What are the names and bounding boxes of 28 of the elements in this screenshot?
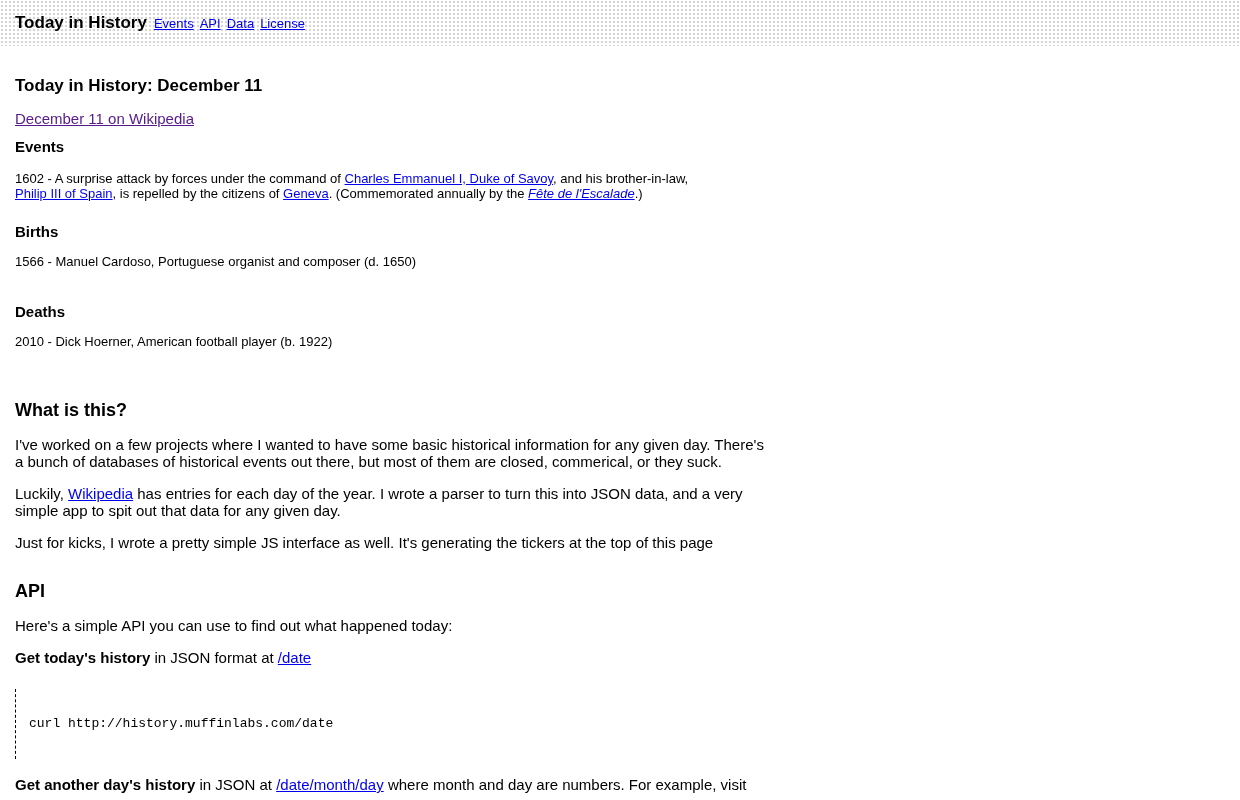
paragraph: Luckily, Wikipedia has entries for each day of the year. I wrote a parser to turn this into JSON data, and a very simple app to spit out that data for any given day. [15,485,744,519]
nav-link[interactable]: Events [153,13,194,34]
paragraph: Get today's history in JSON format at /date [15,649,313,666]
paragraph: Get another day's history in JSON at /date/month/day where month and day are numbers. For example, visit [15,776,748,793]
text-link[interactable]: Philip III of Spain [15,186,113,201]
event-entry: 1566 - Manuel Cardoso, Portuguese organist and composer (d. 1650) [15,254,418,269]
wikipedia-link[interactable]: December 11 on Wikipedia [15,110,194,127]
page-heading: Today in History: December 11 [15,75,264,97]
text-link[interactable]: /date/month/day [276,776,384,793]
site-title: Today in History [15,12,147,35]
section-heading: Events [15,138,66,156]
text-link[interactable]: /date [277,649,312,666]
code-block: curl http://history.muffinlabs.com/date [15,689,775,759]
paragraph: Just for kicks, I wrote a pretty simple JS interface as well. It's generating the tickers at the top of this page [15,534,715,551]
section-heading: What is this? [15,399,128,421]
event-entry: 2010 - Dick Hoerner, American football player (b. 1922) [15,334,334,349]
paragraph: I've worked on a few projects where I wanted to have some basic historical information for any given day. There's a bunch of databases of historical events out there, but most of them are closed, commerical, or they suck. [15,436,765,470]
text-link[interactable]: Geneva [283,186,329,201]
event-entry: 1602 - A surprise attack by forces under the command of Charles Emmanuel I, Duke of Savoy, and his brother-in-law, Philip III of Spain, is repelled by the citizens of Geneva. (Commemorated annually by the Fête de l'Escalade.) [15,171,690,201]
section-heading: API [15,580,46,602]
section-heading: Deaths [15,303,67,321]
nav-link[interactable]: API [199,13,221,34]
nav-link[interactable]: License [260,13,305,34]
text-link[interactable]: Fête de l'Escalade [528,186,635,201]
paragraph: Here's a simple API you can use to find out what happened today: [15,617,454,634]
nav-link[interactable]: Data [226,13,255,34]
text-link[interactable]: Wikipedia [68,485,134,502]
section-heading: Births [15,223,60,241]
